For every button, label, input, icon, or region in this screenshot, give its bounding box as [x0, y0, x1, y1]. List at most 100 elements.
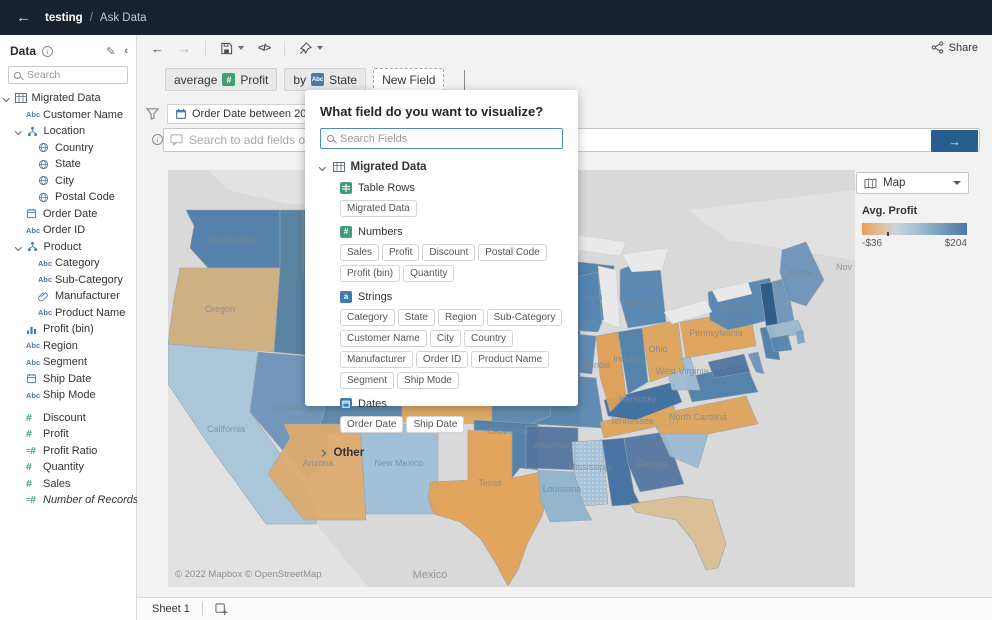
embed-code-button[interactable]: </>: [258, 42, 270, 54]
field-item-discount[interactable]: #Discount: [0, 410, 136, 427]
field-item-ship-date[interactable]: Ship Date: [0, 371, 136, 388]
field-item-sales[interactable]: #Sales: [0, 476, 136, 493]
viz-type-selector[interactable]: Map: [856, 172, 969, 194]
string-icon: Abc: [311, 73, 324, 86]
field-item-profit-ratio[interactable]: =#Profit Ratio: [0, 443, 136, 460]
breadcrumb-workbook[interactable]: testing: [45, 12, 83, 24]
field-chip-customer-name[interactable]: Customer Name: [340, 330, 427, 347]
field-search-input[interactable]: Search: [8, 66, 128, 84]
collapse-pane-icon[interactable]: ‹: [124, 45, 128, 57]
field-item-product-name[interactable]: AbcProduct Name: [0, 305, 136, 322]
edit-pencil-icon[interactable]: ✎: [106, 45, 115, 58]
field-item-order-id[interactable]: AbcOrder ID: [0, 222, 136, 239]
field-chip-ship-mode[interactable]: Ship Mode: [397, 372, 459, 389]
field-item-country[interactable]: Country: [0, 140, 136, 157]
undo-button[interactable]: ←: [151, 41, 164, 56]
abc-icon: Abc: [26, 358, 40, 367]
query-chip-profit[interactable]: average#Profit: [165, 68, 277, 91]
info-icon[interactable]: i: [152, 134, 163, 145]
state-label-OH: Ohio: [648, 344, 667, 354]
query-chip-state[interactable]: byAbcState: [284, 68, 366, 91]
number-icon: #: [26, 428, 32, 440]
field-item-manufacturer[interactable]: Manufacturer: [0, 288, 136, 305]
field-item-location[interactable]: Location: [0, 123, 136, 140]
field-item-city[interactable]: City: [0, 173, 136, 190]
field-chip-category[interactable]: Category: [340, 309, 395, 326]
strings-icon: a: [340, 291, 352, 303]
field-chip-quantity[interactable]: Quantity: [403, 265, 454, 282]
table-rows-icon: [340, 182, 352, 194]
field-chip-country[interactable]: Country: [464, 330, 513, 347]
submit-query-button[interactable]: →: [931, 130, 978, 152]
field-chip-profit[interactable]: Profit: [382, 244, 419, 261]
chevron-down-icon[interactable]: [15, 128, 21, 134]
abc-icon: Abc: [26, 391, 40, 400]
number-icon: #: [26, 412, 32, 424]
sheet-tab[interactable]: Sheet 1: [152, 603, 190, 615]
field-chip-manufacturer[interactable]: Manufacturer: [340, 351, 413, 368]
field-item-state[interactable]: State: [0, 156, 136, 173]
state-label-TX: Texas: [478, 478, 502, 488]
chevron-down-icon[interactable]: [3, 95, 9, 101]
field-item-profit[interactable]: #Profit: [0, 426, 136, 443]
field-item-profit-bin-[interactable]: Profit (bin): [0, 321, 136, 338]
new-field-chip[interactable]: New Field: [373, 68, 444, 91]
globe-icon: [38, 175, 49, 186]
field-chip-product-name[interactable]: Product Name: [471, 351, 549, 368]
field-item-customer-name[interactable]: AbcCustomer Name: [0, 107, 136, 124]
state-CT[interactable]: [770, 335, 792, 352]
popup-search-input[interactable]: Search Fields: [320, 128, 563, 149]
popup-datasource-row[interactable]: Migrated Data: [320, 161, 563, 173]
chevron-down-icon[interactable]: [15, 244, 21, 250]
sheet-tab-bar: Sheet 1: [137, 597, 992, 620]
field-item-number-of-records[interactable]: =#Number of Records: [0, 492, 136, 509]
redo-button[interactable]: →: [178, 41, 191, 56]
field-item-order-date[interactable]: Order Date: [0, 206, 136, 223]
field-chip-sub-category[interactable]: Sub-Category: [487, 309, 563, 326]
popup-section-strings: aStrings: [340, 291, 563, 303]
field-chip-state[interactable]: State: [398, 309, 435, 326]
field-chip-order-id[interactable]: Order ID: [416, 351, 468, 368]
state-label-NM: New Mexico: [374, 458, 423, 468]
back-arrow-icon[interactable]: ←: [16, 9, 31, 26]
state-label-KY: Kentucky: [619, 394, 657, 404]
popup-other-row[interactable]: Other: [320, 447, 563, 459]
field-item-segment[interactable]: AbcSegment: [0, 354, 136, 371]
state-MI[interactable]: [620, 262, 666, 328]
pin-button[interactable]: [299, 42, 323, 55]
field-chip-city[interactable]: City: [430, 330, 461, 347]
breadcrumb: testing / Ask Data: [45, 12, 147, 24]
legend-gradient[interactable]: [862, 223, 967, 235]
field-item-region[interactable]: AbcRegion: [0, 338, 136, 355]
field-item-migrated-data[interactable]: Migrated Data: [0, 90, 136, 107]
search-icon: [14, 72, 21, 79]
save-icon: [220, 42, 233, 55]
field-chip-ship-date[interactable]: Ship Date: [406, 416, 464, 433]
popup-section-dates: Dates: [340, 398, 563, 410]
search-icon: [327, 135, 334, 142]
new-sheet-icon[interactable]: [215, 603, 228, 616]
field-chip-sales[interactable]: Sales: [340, 244, 379, 261]
field-chip-profit-bin-[interactable]: Profit (bin): [340, 265, 400, 282]
share-button[interactable]: Share: [931, 41, 978, 54]
field-chip-discount[interactable]: Discount: [422, 244, 475, 261]
field-item-category[interactable]: AbcCategory: [0, 255, 136, 272]
query-phrase-bar: average#Profit byAbcState New Field: [165, 68, 465, 91]
popup-section-table-rows: Table Rows: [340, 182, 563, 194]
field-chip-order-date[interactable]: Order Date: [340, 416, 403, 433]
field-item-ship-mode[interactable]: AbcShip Mode: [0, 387, 136, 404]
save-button[interactable]: [220, 42, 244, 55]
info-icon[interactable]: i: [42, 46, 53, 57]
number-icon: #: [26, 461, 32, 473]
field-item-sub-category[interactable]: AbcSub-Category: [0, 272, 136, 289]
field-chip-postal-code[interactable]: Postal Code: [478, 244, 546, 261]
field-item-postal-code[interactable]: Postal Code: [0, 189, 136, 206]
popup-chips: Order DateShip Date: [340, 416, 574, 433]
state-NM[interactable]: [360, 424, 438, 514]
field-chip-migrated-data[interactable]: Migrated Data: [340, 200, 417, 217]
field-chip-region[interactable]: Region: [438, 309, 484, 326]
field-item-quantity[interactable]: #Quantity: [0, 459, 136, 476]
field-item-product[interactable]: Product: [0, 239, 136, 256]
field-chip-segment[interactable]: Segment: [340, 372, 394, 389]
state-label-PA: Pennsylvania: [689, 328, 743, 338]
